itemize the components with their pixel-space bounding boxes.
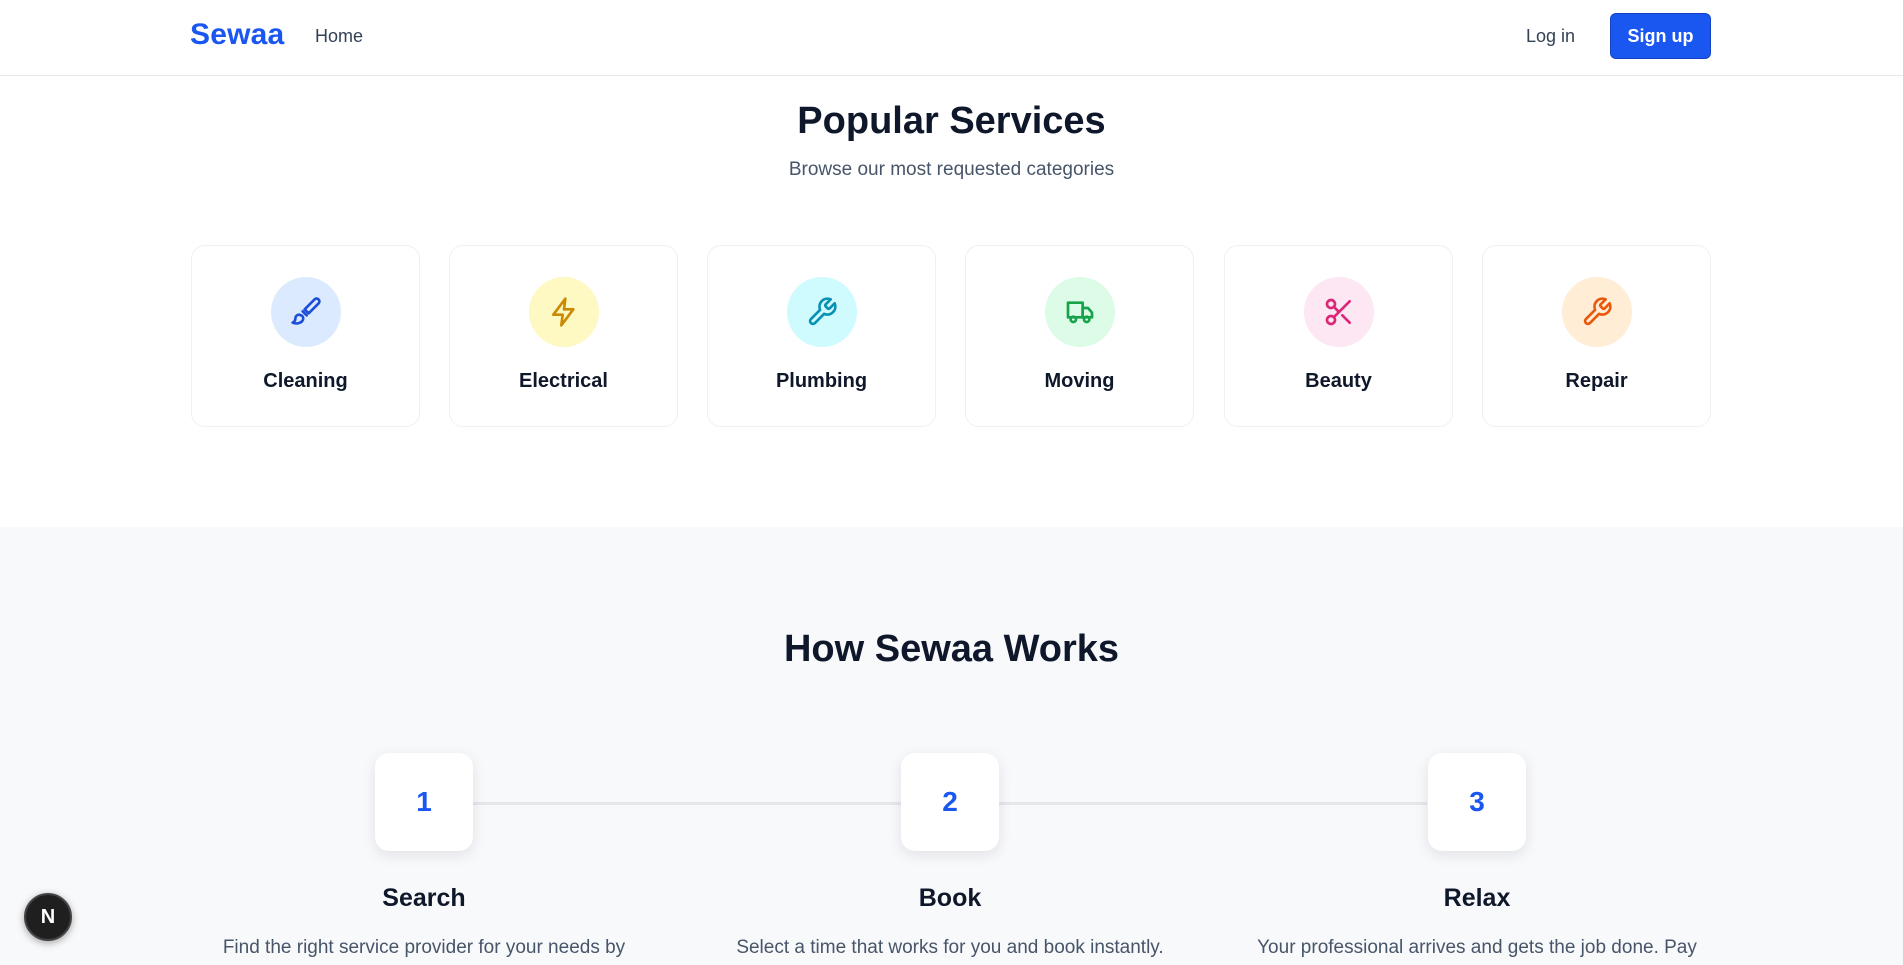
service-card-label: Repair xyxy=(1565,370,1628,392)
step-connector xyxy=(999,802,1427,805)
service-card-label: Cleaning xyxy=(263,370,348,392)
site-header: Sewaa Home Log in Sign up xyxy=(0,0,1903,76)
step-title: Search xyxy=(382,884,466,912)
lightning-bolt-icon xyxy=(528,277,599,347)
how-it-works-title: How Sewaa Works xyxy=(783,628,1120,670)
wrench-icon xyxy=(1561,277,1632,347)
services-grid: Cleaning Electrical Plumbing Moving Beau… xyxy=(191,245,1711,427)
browser-viewport: Sewaa Home Log in Sign up Popular Servic… xyxy=(0,0,1903,965)
service-card-beauty[interactable]: Beauty xyxy=(1224,245,1453,427)
step-description: Select a time that works for you and boo… xyxy=(736,937,1164,958)
service-card-label: Moving xyxy=(1044,370,1115,392)
step-connector xyxy=(473,802,901,805)
login-link[interactable]: Log in xyxy=(1526,26,1575,47)
logo[interactable]: Sewaa xyxy=(190,18,284,52)
service-card-label: Beauty xyxy=(1305,370,1372,392)
service-card-moving[interactable]: Moving xyxy=(965,245,1194,427)
service-card-electrical[interactable]: Electrical xyxy=(449,245,678,427)
signup-button[interactable]: Sign up xyxy=(1610,13,1711,59)
wrench-icon xyxy=(786,277,857,347)
service-card-label: Electrical xyxy=(519,370,608,392)
step-title: Book xyxy=(918,884,982,912)
paintbrush-icon xyxy=(270,277,341,347)
how-it-works-section: How Sewaa Works 1 2 3 Search Book Relax … xyxy=(0,527,1903,965)
service-card-label: Plumbing xyxy=(775,370,868,392)
truck-icon xyxy=(1044,277,1115,347)
service-card-plumbing[interactable]: Plumbing xyxy=(707,245,936,427)
step-number-badge: 3 xyxy=(1428,753,1526,851)
service-card-cleaning[interactable]: Cleaning xyxy=(191,245,420,427)
step-number-badge: 2 xyxy=(901,753,999,851)
nav-link-home[interactable]: Home xyxy=(315,26,363,47)
services-title: Popular Services xyxy=(797,100,1106,142)
step-description: Your professional arrives and gets the j… xyxy=(1257,937,1697,958)
scissors-icon xyxy=(1303,277,1374,347)
step-description: Find the right service provider for your… xyxy=(222,937,626,958)
step-title: Relax xyxy=(1443,884,1511,912)
step-number-badge: 1 xyxy=(375,753,473,851)
page-content: Sewaa Home Log in Sign up Popular Servic… xyxy=(0,0,1903,965)
nextjs-dev-badge[interactable]: N xyxy=(24,893,72,941)
service-card-repair[interactable]: Repair xyxy=(1482,245,1711,427)
services-subtitle: Browse our most requested categories xyxy=(788,159,1115,180)
